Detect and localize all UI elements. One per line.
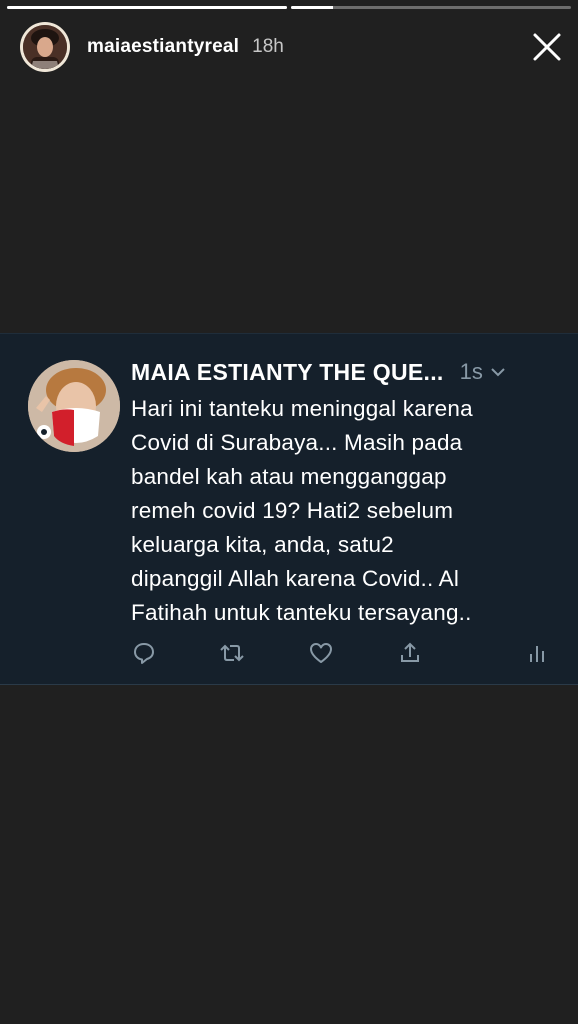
progress-segment-2 [291, 6, 571, 9]
close-icon[interactable] [530, 30, 564, 64]
tweet-header: MAIA ESTIANTY THE QUE... 1s [131, 356, 554, 388]
story-header: maiaestiantyreal 18h [20, 20, 564, 74]
profile-avatar[interactable] [20, 22, 70, 72]
tweet-line: dipanggil Allah karena Covid.. Al [131, 566, 460, 591]
tweet-line: Fatihah untuk tanteku tersayang.. [131, 600, 472, 625]
tweet-actions [131, 640, 550, 668]
progress-segment-1 [7, 6, 287, 9]
avatar-image [23, 25, 67, 69]
retweet-icon[interactable] [219, 640, 245, 666]
story-username[interactable]: maiaestiantyreal [87, 36, 239, 58]
tweet-display-name[interactable]: MAIA ESTIANTY THE QUE... [131, 359, 444, 386]
tweet-line: Covid di Surabaya... Masih pada [131, 430, 463, 455]
like-icon[interactable] [308, 640, 334, 666]
reply-icon[interactable] [131, 640, 157, 666]
tweet-line: keluarga kita, anda, satu2 [131, 532, 394, 557]
tweet-card[interactable]: MAIA ESTIANTY THE QUE... 1s Hari ini tan… [0, 333, 578, 685]
tweet-line: bandel kah atau mengganggap [131, 464, 447, 489]
tweet-avatar[interactable] [28, 360, 120, 452]
tweet-text: Hari ini tanteku meninggal karena Covid … [131, 392, 551, 630]
story-timestamp: 18h [252, 36, 284, 57]
story-viewer[interactable]: maiaestiantyreal 18h MAIA ESTIANTY THE Q… [0, 0, 578, 1024]
analytics-icon[interactable] [524, 640, 550, 666]
share-icon[interactable] [397, 640, 423, 666]
tweet-line: remeh covid 19? Hati2 sebelum [131, 498, 454, 523]
tweet-line: Hari ini tanteku meninggal karena [131, 396, 473, 421]
story-progress [7, 6, 571, 9]
tweet-age: 1s [459, 359, 483, 384]
chevron-down-icon[interactable] [491, 364, 507, 380]
